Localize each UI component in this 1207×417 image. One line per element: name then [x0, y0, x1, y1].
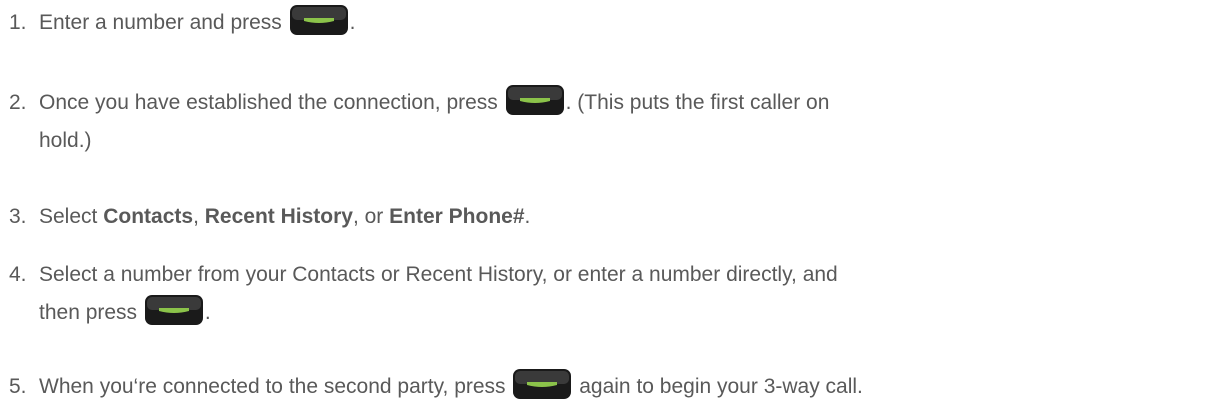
step-text-after: . (This puts the first caller on: [565, 91, 830, 114]
talk-key-icon: [144, 294, 204, 326]
step-text: Once you have established the connection…: [39, 84, 1199, 160]
separator: ,: [193, 205, 205, 228]
talk-key-icon: [505, 84, 565, 116]
option-enter-phone: Enter Phone#: [389, 205, 525, 228]
step-text-after: .: [524, 205, 531, 228]
step-text-line1: Select a number from your Contacts or Re…: [39, 263, 838, 286]
step-text: Select Contacts, Recent History, or Ente…: [39, 198, 1199, 236]
step-text-before: When you‘re connected to the second part…: [39, 375, 512, 398]
step-text-after: again to begin your 3-way call.: [573, 375, 863, 398]
step-text-after: .: [349, 11, 356, 34]
step-text: Select a number from your Contacts or Re…: [39, 256, 1199, 332]
talk-key-icon: [289, 4, 349, 36]
option-contacts: Contacts: [103, 205, 194, 228]
step-text-after: .: [204, 301, 211, 324]
step-text-before: then press: [39, 301, 143, 324]
step-text: When you‘re connected to the second part…: [39, 368, 1199, 406]
step-text-before: Once you have established the connection…: [39, 91, 504, 114]
step-text-before: Enter a number and press: [39, 11, 288, 34]
step-text: Enter a number and press .: [39, 4, 1199, 42]
step-text-before: Select: [39, 205, 104, 228]
separator: , or: [352, 205, 390, 228]
talk-key-icon: [512, 368, 572, 400]
option-recent-history: Recent History: [204, 205, 353, 228]
step-text-line2: hold.): [39, 129, 92, 152]
